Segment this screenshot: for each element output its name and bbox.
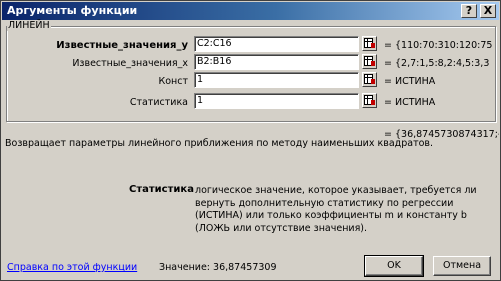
arg-label-known-y: Известные_значения_y xyxy=(56,40,188,51)
title-bar[interactable]: Аргументы функции ? X xyxy=(2,2,499,20)
range-select-icon xyxy=(364,38,375,48)
range-select-button-known-x[interactable] xyxy=(362,54,377,69)
arg-input-known-x[interactable]: B2:B16 xyxy=(194,54,359,70)
ok-button[interactable]: OK xyxy=(364,255,424,277)
cancel-button[interactable]: Отмена xyxy=(433,256,491,276)
function-help-link[interactable]: Справка по этой функции xyxy=(7,262,137,273)
arg-evaluated-stats: = ИСТИНА xyxy=(384,97,436,108)
parameter-help-text: логическое значение, которое указывает, … xyxy=(195,185,477,234)
range-select-icon xyxy=(364,74,375,84)
arg-evaluated-known-y: = {110:70:310:120:75 xyxy=(384,40,493,51)
range-select-icon xyxy=(364,95,375,105)
arg-label-const: Конст xyxy=(158,76,188,87)
window-title: Аргументы функции xyxy=(7,4,138,17)
range-select-button-stats[interactable] xyxy=(362,93,377,108)
arg-label-known-x: Известные_значения_x xyxy=(72,58,188,69)
arg-label-stats: Статистика xyxy=(129,97,188,108)
function-description: Возвращает параметры линейного приближен… xyxy=(5,138,434,149)
function-name-label: ЛИНЕЙН xyxy=(7,20,51,31)
arg-evaluated-known-x: = {2,7:1,5:8,2:4,5:3,3 xyxy=(384,58,490,69)
arg-evaluated-const: = ИСТИНА xyxy=(384,76,436,87)
function-arguments-dialog: Аргументы функции ? X ЛИНЕЙН Известные_з… xyxy=(0,0,501,281)
arg-input-stats[interactable]: 1 xyxy=(194,93,359,109)
range-select-icon xyxy=(364,56,375,66)
arg-input-const[interactable]: 1 xyxy=(194,72,359,88)
range-select-button-known-y[interactable] xyxy=(362,36,377,51)
arg-input-known-y[interactable]: C2:C16 xyxy=(194,36,359,52)
parameter-help-name: Статистика xyxy=(129,184,194,195)
range-select-button-const[interactable] xyxy=(362,72,377,87)
help-button[interactable]: ? xyxy=(461,4,477,18)
result-value: Значение: 36,87457309 xyxy=(159,262,277,273)
close-button[interactable]: X xyxy=(480,4,496,18)
